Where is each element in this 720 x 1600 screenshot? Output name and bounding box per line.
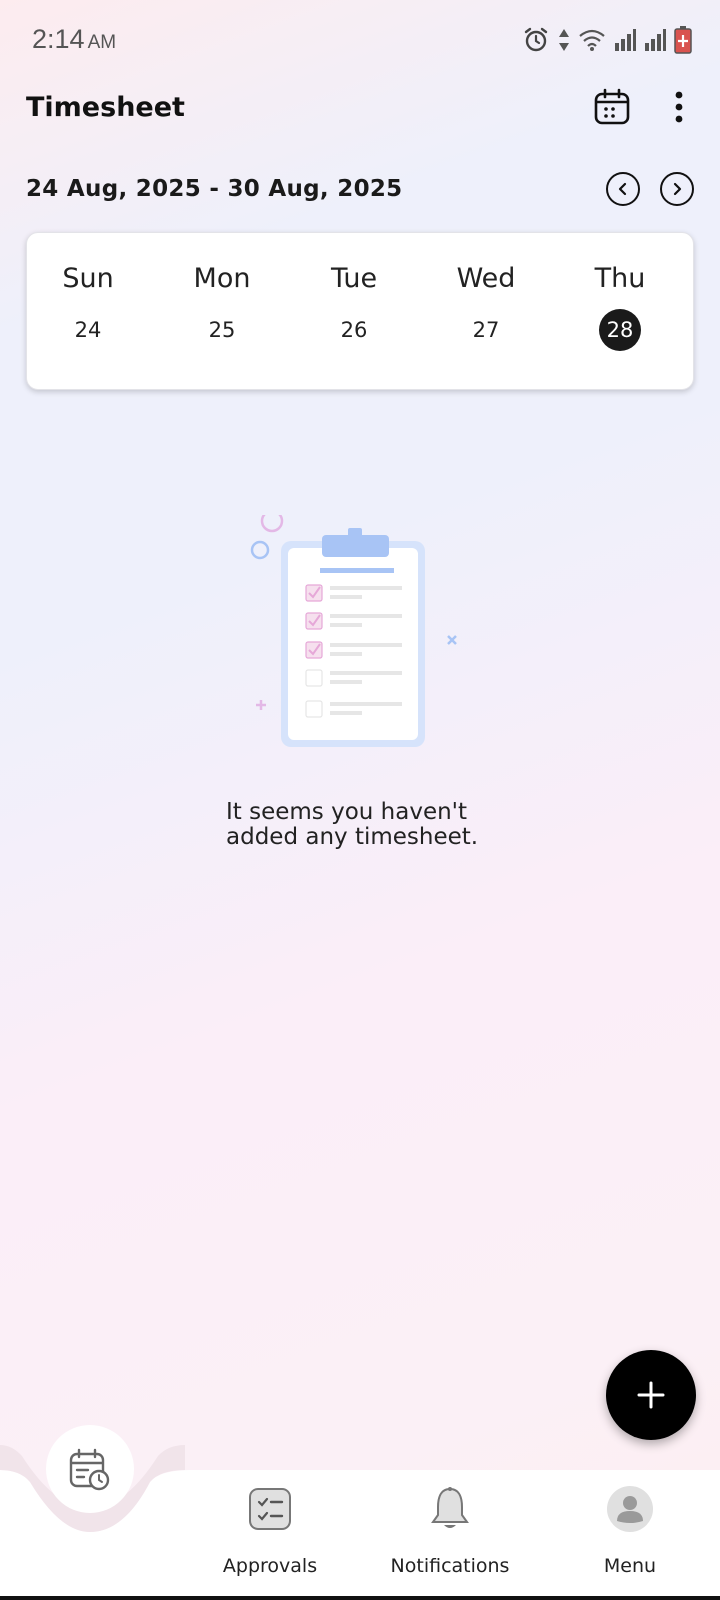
- calendar-icon[interactable]: [592, 87, 632, 127]
- empty-state-line2: added any timesheet.: [226, 824, 479, 850]
- status-icons: [522, 26, 692, 54]
- battery-icon: [674, 26, 692, 54]
- empty-state-line1: It seems you haven't: [226, 799, 468, 825]
- status-time-ampm: AM: [87, 32, 117, 53]
- day-number[interactable]: 24: [67, 309, 109, 351]
- nav-item-notifications[interactable]: Notifications: [370, 1485, 530, 1595]
- calendar-clock-icon: [69, 1448, 110, 1491]
- page-title: Timesheet: [26, 92, 185, 123]
- day-name: Thu: [594, 263, 646, 294]
- status-time-value: 2:14: [32, 24, 85, 54]
- signal-icon: [645, 29, 666, 51]
- wifi-icon: [579, 29, 605, 51]
- bottom-navigation: Approvals Notifications Menu: [0, 1400, 720, 1600]
- day-number[interactable]: 27: [465, 309, 507, 351]
- bell-icon: [431, 1487, 469, 1528]
- alarm-icon: [524, 27, 548, 52]
- day-item[interactable]: Wed 27: [431, 233, 541, 391]
- data-arrows-icon: [559, 29, 569, 51]
- nav-item-approvals[interactable]: Approvals: [190, 1485, 350, 1595]
- nav-label-notifications: Notifications: [390, 1555, 510, 1577]
- empty-state-message: It seems you haven't added any timesheet…: [226, 800, 526, 850]
- nav-item-menu[interactable]: Menu: [550, 1485, 710, 1595]
- nav-home-timesheet[interactable]: [46, 1425, 134, 1513]
- clipboard-checklist-icon: [250, 515, 457, 747]
- avatar-icon: [607, 1486, 653, 1532]
- day-number[interactable]: 26: [333, 309, 375, 351]
- day-item[interactable]: Mon 25: [167, 233, 277, 391]
- day-item[interactable]: Sun 24: [33, 233, 143, 391]
- nav-label-menu: Menu: [603, 1555, 657, 1577]
- screen-bottom-edge: [0, 1596, 720, 1600]
- status-bar: 2:14 AM: [0, 0, 720, 80]
- day-name: Tue: [330, 263, 378, 294]
- day-selector-card: Sun 24 Mon 25 Tue 26 Wed 27 Thu 28: [26, 232, 694, 390]
- day-item-selected[interactable]: Thu 28: [565, 233, 675, 391]
- signal-icon: [615, 29, 636, 51]
- day-number[interactable]: 25: [201, 309, 243, 351]
- chevron-right-icon[interactable]: [660, 172, 694, 206]
- day-name: Wed: [456, 263, 516, 294]
- nav-label-approvals: Approvals: [222, 1555, 318, 1577]
- day-number-selected[interactable]: 28: [599, 309, 641, 351]
- chevron-left-icon[interactable]: [606, 172, 640, 206]
- week-range: 24 Aug, 2025 - 30 Aug, 2025: [26, 176, 403, 202]
- checklist-icon: [249, 1488, 291, 1530]
- day-item[interactable]: Tue 26: [299, 233, 409, 391]
- day-name: Sun: [62, 263, 114, 294]
- more-vert-icon[interactable]: [664, 87, 694, 127]
- status-time: 2:14 AM: [32, 24, 116, 55]
- day-name: Mon: [193, 263, 251, 294]
- app-bar: Timesheet: [0, 80, 720, 150]
